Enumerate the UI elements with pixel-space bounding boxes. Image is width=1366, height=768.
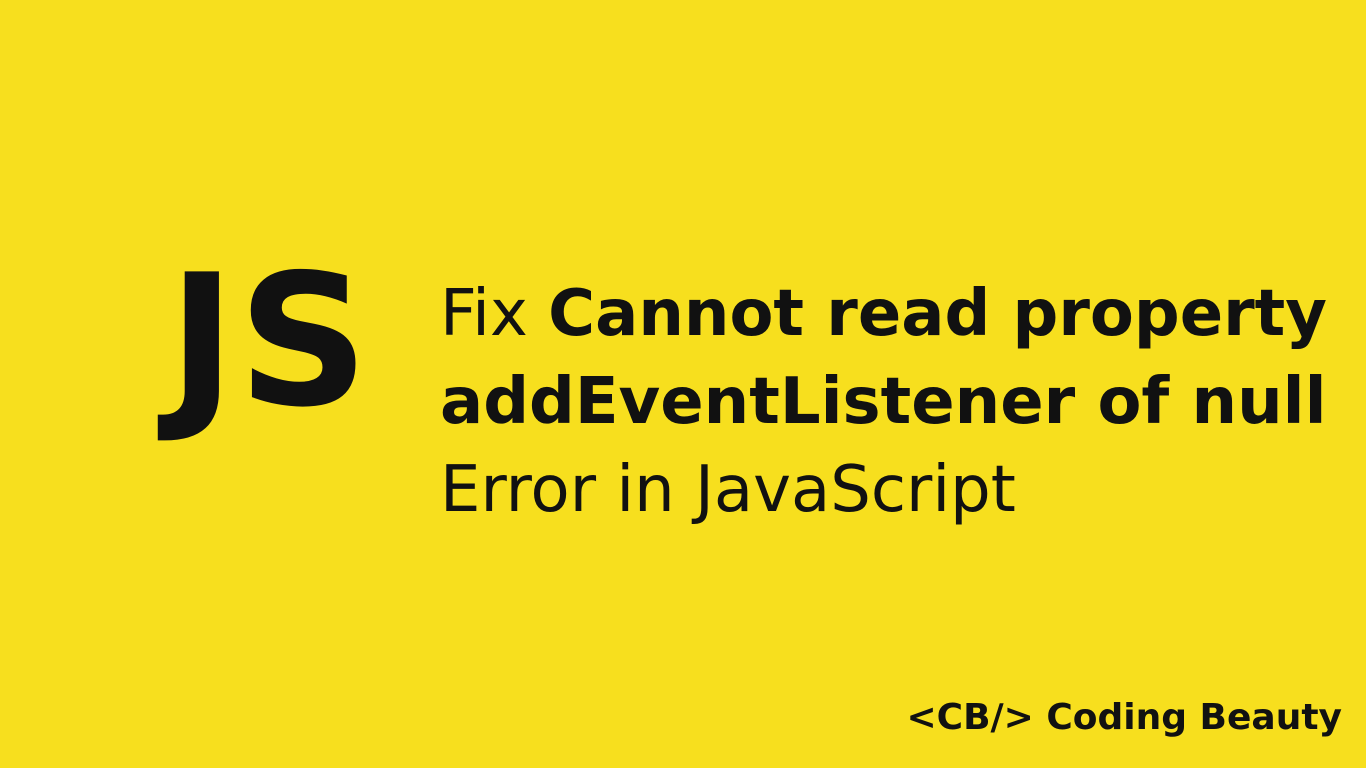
headline-prefix: Fix	[440, 277, 528, 351]
banner-canvas: JS Fix Cannot read property addEventList…	[0, 0, 1366, 768]
brand-signature: <CB/> Coding Beauty	[906, 697, 1342, 738]
js-logo: JS	[168, 235, 371, 447]
headline-line-1: Fix Cannot read property	[440, 270, 1340, 358]
headline: Fix Cannot read property addEventListene…	[440, 270, 1340, 534]
headline-line-3: Error in JavaScript	[440, 453, 1016, 527]
headline-line-2: addEventListener of null	[440, 365, 1327, 439]
headline-bold-part-1: Cannot read property	[548, 277, 1327, 351]
